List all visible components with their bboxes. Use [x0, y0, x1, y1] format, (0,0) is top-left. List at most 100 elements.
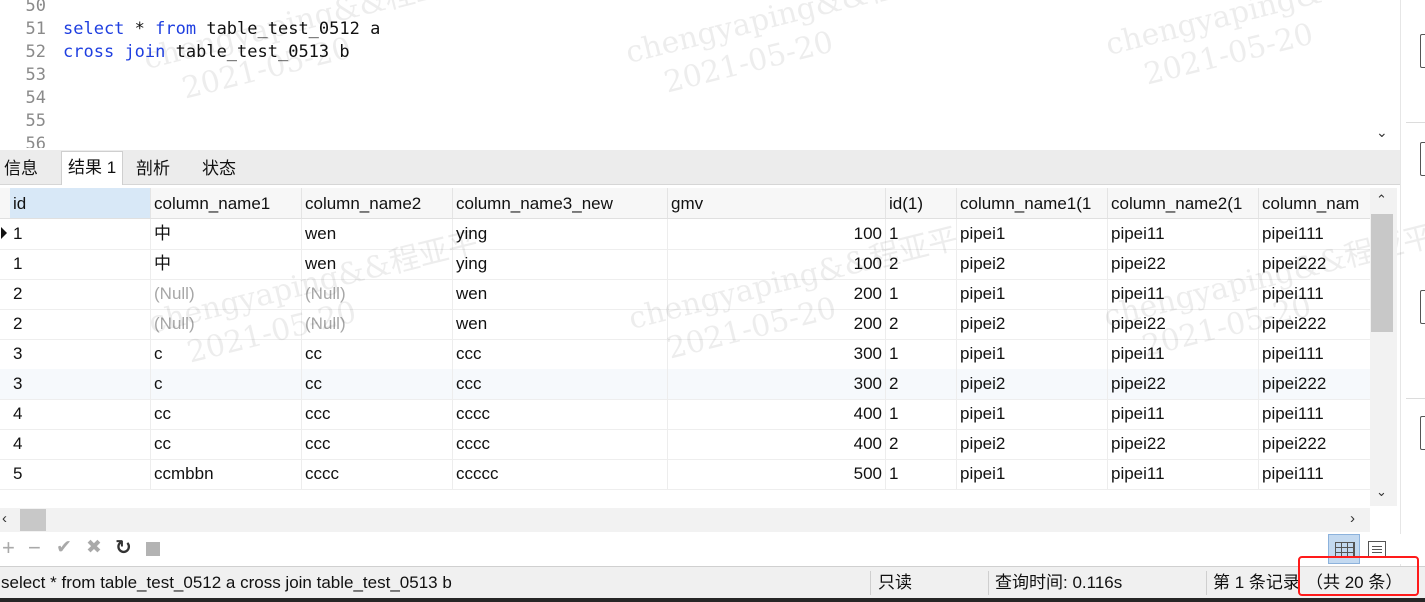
refresh-icon[interactable]: ↻: [115, 536, 132, 560]
code-line[interactable]: 56: [0, 133, 63, 148]
vertical-scroll-thumb[interactable]: [1371, 214, 1393, 332]
table-cell[interactable]: ying: [453, 219, 668, 249]
table-cell[interactable]: wen: [453, 309, 668, 339]
side-panel-box[interactable]: [1420, 416, 1425, 450]
table-cell[interactable]: 1: [10, 219, 151, 249]
table-cell[interactable]: 2: [10, 309, 151, 339]
table-cell[interactable]: pipei111: [1259, 279, 1370, 309]
table-row[interactable]: 3 c cc ccc 300 1 pipei1 pipei11 pipei111: [0, 339, 1370, 370]
table-cell[interactable]: cc: [151, 429, 302, 459]
table-cell[interactable]: (Null): [302, 309, 453, 339]
tab-status[interactable]: 状态: [199, 153, 239, 184]
table-cell[interactable]: pipei1: [957, 459, 1108, 489]
table-cell[interactable]: ccc: [302, 429, 453, 459]
result-grid[interactable]: id column_name1 column_name2 column_name3_n…: [0, 188, 1370, 490]
scroll-up-icon[interactable]: ⌃: [1376, 192, 1387, 208]
editor-scroll-down-icon[interactable]: ⌄: [1376, 124, 1388, 141]
table-cell[interactable]: pipei222: [1259, 429, 1370, 459]
code-line[interactable]: 50: [0, 0, 63, 18]
code-line[interactable]: 52 cross join table_test_0513 b: [0, 41, 350, 64]
table-cell[interactable]: 400: [668, 429, 886, 459]
table-row[interactable]: 2 (Null) (Null) wen 200 2 pipei2 pipei22 pipei22…: [0, 309, 1370, 340]
table-cell[interactable]: cccc: [453, 399, 668, 429]
table-cell[interactable]: pipei2: [957, 369, 1108, 399]
stop-icon[interactable]: [146, 542, 160, 556]
column-header[interactable]: gmv: [668, 188, 886, 218]
table-cell[interactable]: wen: [302, 249, 453, 279]
table-cell[interactable]: 5: [10, 459, 151, 489]
table-cell[interactable]: cc: [302, 369, 453, 399]
table-cell[interactable]: ccmbbn: [151, 459, 302, 489]
table-cell[interactable]: ccc: [453, 369, 668, 399]
table-cell[interactable]: 300: [668, 369, 886, 399]
side-panel-box[interactable]: [1420, 290, 1425, 324]
table-cell[interactable]: 400: [668, 399, 886, 429]
tab-info[interactable]: 信息: [1, 153, 41, 184]
code-line[interactable]: 51 select * from table_test_0512 a: [0, 18, 381, 41]
column-header[interactable]: column_name2(1: [1108, 188, 1259, 218]
apply-changes-icon[interactable]: ✔: [56, 536, 72, 560]
table-cell[interactable]: ccc: [302, 399, 453, 429]
table-cell[interactable]: wen: [302, 219, 453, 249]
table-cell[interactable]: cccc: [453, 429, 668, 459]
table-cell[interactable]: 200: [668, 309, 886, 339]
table-cell[interactable]: pipei1: [957, 399, 1108, 429]
table-cell[interactable]: 100: [668, 249, 886, 279]
table-cell[interactable]: 1: [886, 219, 957, 249]
table-cell[interactable]: pipei22: [1108, 369, 1259, 399]
column-header[interactable]: column_nam: [1259, 188, 1370, 218]
table-cell[interactable]: wen: [453, 279, 668, 309]
code-line[interactable]: 54: [0, 87, 63, 110]
table-cell[interactable]: (Null): [151, 279, 302, 309]
table-cell[interactable]: pipei11: [1108, 279, 1259, 309]
table-row[interactable]: 1 中 wen ying 100 2 pipei2 pipei22 pipei222: [0, 249, 1370, 280]
table-cell[interactable]: pipei2: [957, 429, 1108, 459]
table-row[interactable]: 4 cc ccc cccc 400 1 pipei1 pipei11 pipei111: [0, 399, 1370, 430]
table-row[interactable]: 4 cc ccc cccc 400 2 pipei2 pipei22 pipei222: [0, 429, 1370, 460]
table-cell[interactable]: 1: [886, 399, 957, 429]
horizontal-scroll-thumb[interactable]: [20, 509, 46, 531]
column-header[interactable]: column_name3_new: [453, 188, 668, 218]
table-cell[interactable]: 2: [886, 309, 957, 339]
table-cell[interactable]: pipei11: [1108, 339, 1259, 369]
column-header[interactable]: id(1): [886, 188, 957, 218]
table-cell[interactable]: 4: [10, 429, 151, 459]
table-cell[interactable]: pipei11: [1108, 399, 1259, 429]
column-header[interactable]: id: [10, 188, 151, 218]
table-cell[interactable]: cc: [302, 339, 453, 369]
column-header[interactable]: column_name1(1: [957, 188, 1108, 218]
table-cell[interactable]: ying: [453, 249, 668, 279]
table-cell[interactable]: ccccc: [453, 459, 668, 489]
table-cell[interactable]: pipei11: [1108, 459, 1259, 489]
table-cell[interactable]: pipei111: [1259, 459, 1370, 489]
table-cell[interactable]: pipei22: [1108, 429, 1259, 459]
table-cell[interactable]: pipei22: [1108, 309, 1259, 339]
column-header[interactable]: column_name2: [302, 188, 453, 218]
tab-profile[interactable]: 剖析: [133, 153, 173, 184]
delete-record-icon[interactable]: −: [28, 536, 41, 560]
table-cell[interactable]: 1: [886, 459, 957, 489]
table-cell[interactable]: cccc: [302, 459, 453, 489]
sql-editor[interactable]: 50 51 select * from table_test_0512 a 52 cro…: [0, 0, 1400, 148]
table-cell[interactable]: 2: [886, 429, 957, 459]
side-panel-box[interactable]: [1420, 142, 1425, 176]
table-cell[interactable]: 300: [668, 339, 886, 369]
table-row[interactable]: 1 中 wen ying 100 1 pipei1 pipei11 pipei111: [0, 219, 1370, 250]
table-cell[interactable]: 100: [668, 219, 886, 249]
table-row[interactable]: 3 c cc ccc 300 2 pipei2 pipei22 pipei222: [0, 369, 1370, 400]
table-cell[interactable]: 1: [886, 339, 957, 369]
tab-result-1[interactable]: 结果 1: [61, 151, 124, 185]
column-header[interactable]: column_name1: [151, 188, 302, 218]
scroll-down-icon[interactable]: ⌄: [1376, 484, 1387, 500]
table-cell[interactable]: pipei111: [1259, 399, 1370, 429]
table-cell[interactable]: 2: [886, 369, 957, 399]
table-cell[interactable]: pipei111: [1259, 219, 1370, 249]
table-cell[interactable]: 中: [151, 249, 302, 279]
grid-horizontal-scrollbar[interactable]: ‹ ›: [0, 508, 1370, 532]
table-cell[interactable]: pipei1: [957, 219, 1108, 249]
table-cell[interactable]: 中: [151, 219, 302, 249]
table-cell[interactable]: pipei22: [1108, 249, 1259, 279]
table-cell[interactable]: pipei2: [957, 249, 1108, 279]
table-cell[interactable]: 2: [10, 279, 151, 309]
table-cell[interactable]: 1: [10, 249, 151, 279]
